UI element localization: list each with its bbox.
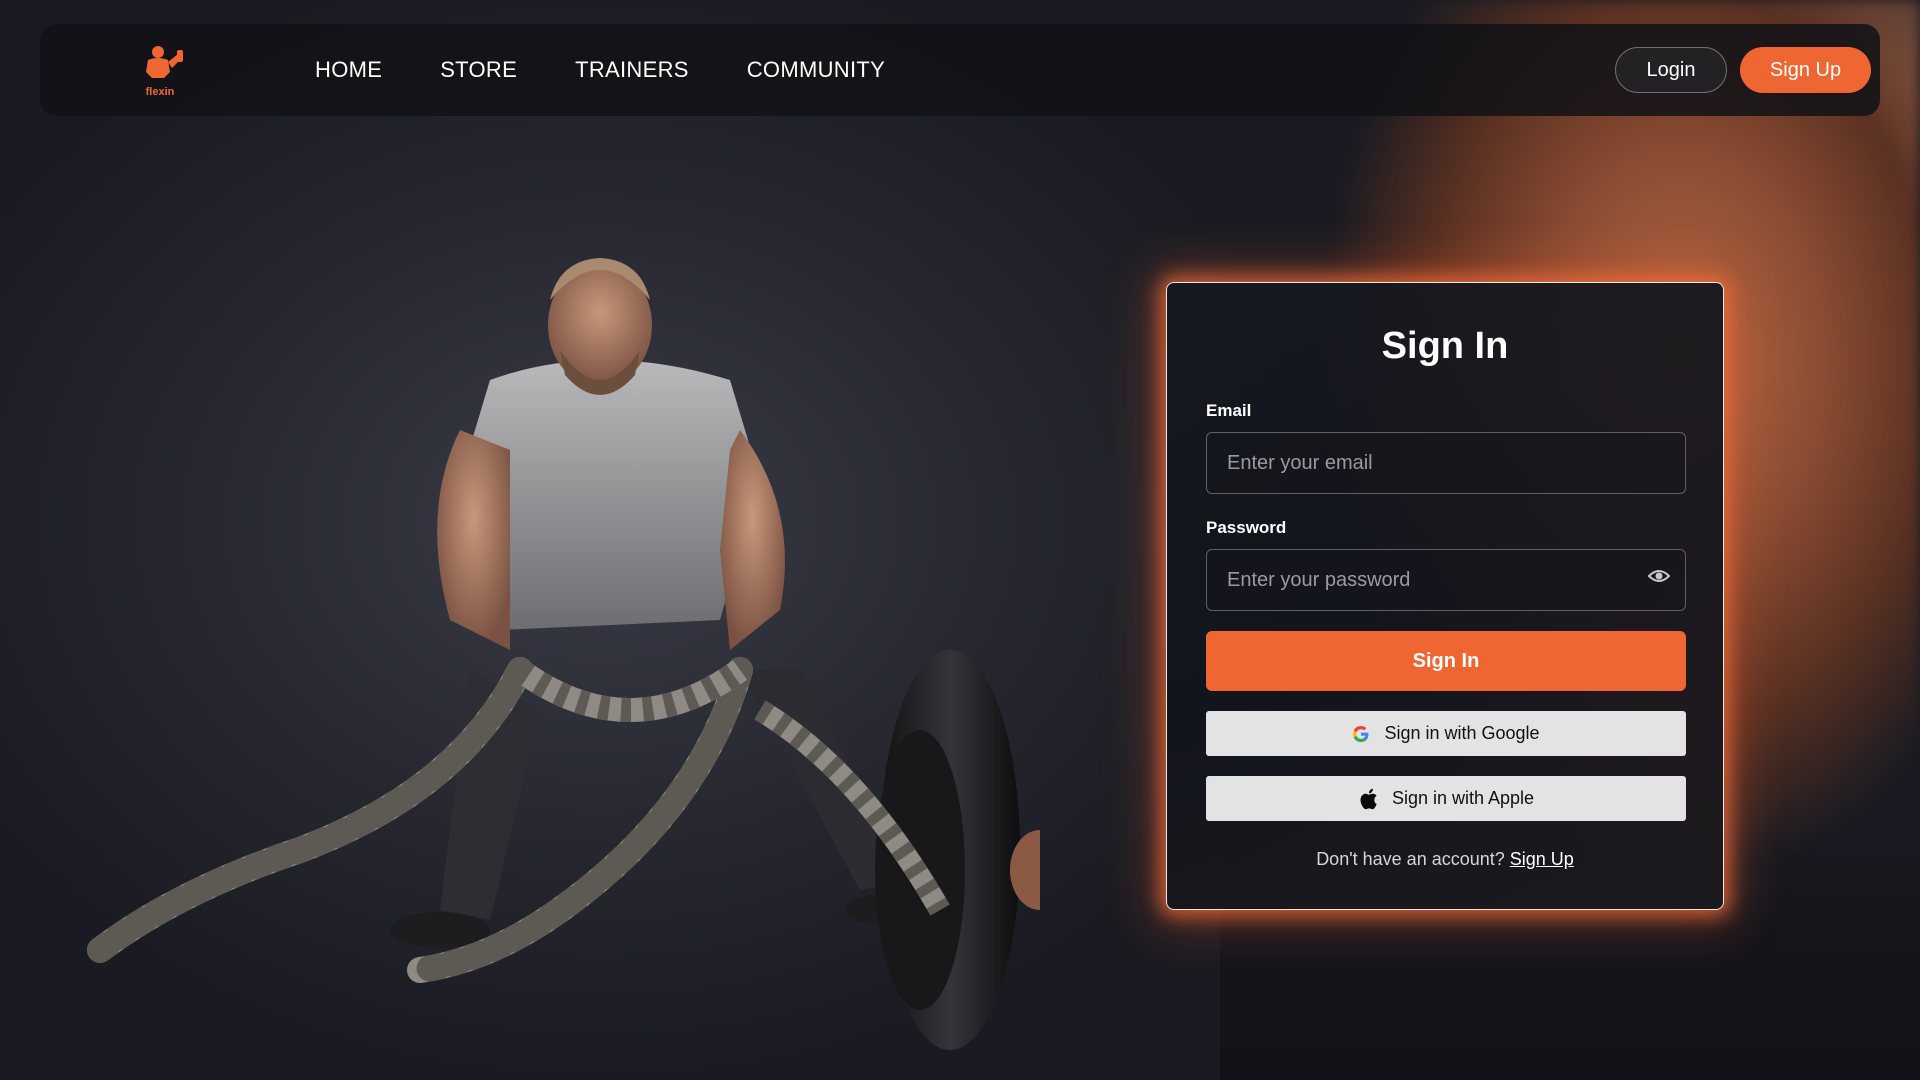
brand-logo[interactable]: flexin (130, 42, 190, 98)
battle-rope-athlete-image (87, 258, 1040, 1050)
email-input[interactable] (1206, 432, 1686, 494)
signup-link[interactable]: Sign Up (1510, 849, 1574, 869)
signup-prompt-text: Don't have an account? (1316, 849, 1505, 869)
eye-icon[interactable] (1648, 568, 1670, 584)
email-label: Email (1206, 401, 1252, 420)
google-sign-in-label: Sign in with Google (1384, 723, 1540, 743)
top-navbar: flexin HOME STORE TRAINERS COMMUNITY Log… (40, 24, 1880, 116)
nav-link-community[interactable]: COMMUNITY (747, 57, 885, 83)
login-button[interactable]: Login (1615, 47, 1727, 93)
flexin-logo-icon (146, 46, 183, 78)
sign-in-button[interactable]: Sign In (1206, 631, 1686, 691)
apple-sign-in-button[interactable]: Sign in with Apple (1206, 776, 1686, 821)
brand-name: flexin (145, 86, 175, 98)
nav-link-trainers[interactable]: TRAINERS (575, 57, 689, 83)
nav-link-home[interactable]: HOME (315, 57, 382, 83)
nav-link-store[interactable]: STORE (440, 57, 517, 83)
google-sign-in-button[interactable]: Sign in with Google (1206, 711, 1686, 756)
sign-in-title: Sign In (1381, 325, 1509, 367)
nav-links: HOME STORE TRAINERS COMMUNITY (315, 24, 943, 116)
password-input[interactable] (1206, 549, 1686, 611)
signup-prompt: Don't have an account? Sign Up (1167, 849, 1723, 870)
sign-in-card: Sign In Email Password Sign In Sign in w… (1166, 282, 1724, 910)
signup-button[interactable]: Sign Up (1740, 47, 1871, 93)
google-icon (1353, 725, 1369, 742)
password-label: Password (1206, 518, 1287, 537)
apple-sign-in-label: Sign in with Apple (1391, 788, 1535, 808)
apple-icon (1360, 788, 1377, 809)
